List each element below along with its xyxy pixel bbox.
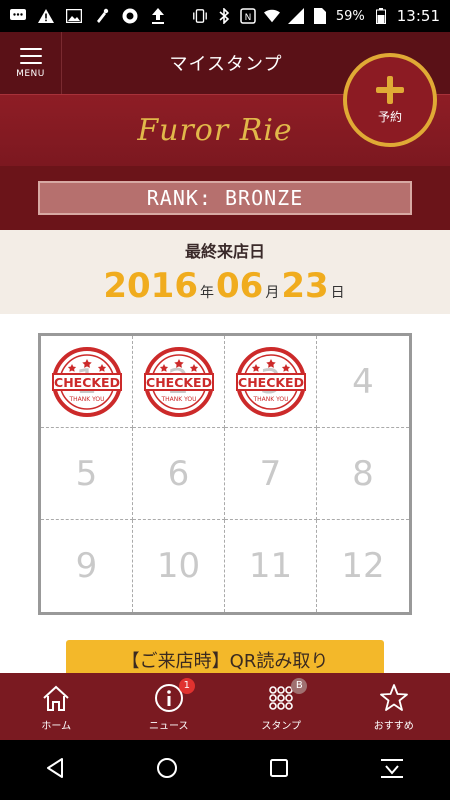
system-status: N 59% 13:51 bbox=[192, 7, 440, 25]
stamp-checked-text: CHECKED bbox=[238, 375, 304, 390]
stamp-cell: 7 bbox=[225, 428, 317, 520]
wifi-icon bbox=[263, 8, 280, 24]
brush-icon bbox=[94, 8, 110, 24]
stamp-thanks-text: THANK YOU bbox=[68, 396, 104, 403]
stamp-badge: B bbox=[291, 677, 308, 694]
stamp-cell: 8 bbox=[317, 428, 409, 520]
hide-keyboard-icon[interactable] bbox=[378, 756, 406, 784]
stamp-cell: 11 bbox=[225, 520, 317, 612]
recents-icon[interactable] bbox=[267, 756, 291, 784]
visit-month-unit: 月 bbox=[265, 285, 280, 301]
svg-text:N: N bbox=[244, 13, 251, 23]
nav-recommend-label: おすすめ bbox=[373, 720, 414, 732]
back-icon[interactable] bbox=[44, 756, 68, 784]
rank-badge: RANK: BRONZE bbox=[38, 181, 412, 215]
message-icon bbox=[10, 8, 26, 24]
stamp-cell-number: 10 bbox=[156, 546, 201, 586]
stamp-dots-icon: B bbox=[265, 677, 308, 714]
stamp-cell: 12 bbox=[317, 520, 409, 612]
last-visit-section: 最終来店日 2016 年 06 月 23 日 bbox=[0, 230, 450, 314]
stamp-cell: 1CHECKEDTHANK YOU bbox=[41, 336, 133, 428]
reserve-button[interactable]: 予約 bbox=[343, 53, 437, 147]
brand-logo: Furor Rie bbox=[137, 113, 293, 148]
vibrate-icon bbox=[192, 8, 208, 24]
stamp-checked-text: CHECKED bbox=[146, 375, 212, 390]
stamp-cell-number: 11 bbox=[248, 546, 293, 586]
reserve-label: 予約 bbox=[377, 109, 402, 124]
stamp-cell: 9 bbox=[41, 520, 133, 612]
hamburger-icon bbox=[19, 47, 42, 64]
stamp-cell-number: 5 bbox=[75, 453, 98, 494]
last-visit-date: 2016 年 06 月 23 日 bbox=[103, 266, 346, 306]
stamp-cell: 2CHECKEDTHANK YOU bbox=[133, 336, 225, 428]
nfc-icon: N bbox=[240, 8, 256, 24]
stamp-cell: 3CHECKEDTHANK YOU bbox=[225, 336, 317, 428]
nav-news[interactable]: 1 ニュース bbox=[113, 673, 226, 740]
menu-button[interactable]: MENU bbox=[0, 32, 62, 94]
stamp-card: 1CHECKEDTHANK YOU2CHECKEDTHANK YOU3CHECK… bbox=[38, 333, 412, 615]
home-icon bbox=[40, 682, 72, 714]
signal-icon bbox=[287, 8, 304, 24]
battery-icon bbox=[373, 8, 389, 24]
bluetooth-icon bbox=[216, 8, 232, 24]
nav-stamp[interactable]: B スタンプ bbox=[225, 673, 338, 740]
stamp-cell-number: 6 bbox=[167, 453, 190, 494]
checked-stamp-icon: CHECKED THANK YOU bbox=[143, 346, 214, 417]
visit-day-unit: 日 bbox=[330, 285, 345, 301]
checked-stamp-icon: CHECKED THANK YOU bbox=[235, 346, 306, 417]
news-badge: 1 bbox=[178, 677, 195, 694]
stamp-cell: 6 bbox=[133, 428, 225, 520]
page-title: マイスタンプ bbox=[169, 54, 283, 75]
visit-month: 06 bbox=[215, 266, 264, 306]
notification-icons bbox=[10, 8, 166, 24]
nav-home[interactable]: ホーム bbox=[0, 673, 113, 740]
stamp-thanks-text: THANK YOU bbox=[160, 396, 196, 403]
stamp-cell: 5 bbox=[41, 428, 133, 520]
last-visit-label: 最終来店日 bbox=[184, 242, 265, 261]
nav-recommend[interactable]: おすすめ bbox=[338, 673, 450, 740]
star-icon bbox=[378, 682, 410, 714]
visit-year: 2016 bbox=[103, 266, 198, 306]
home-circle-icon[interactable] bbox=[155, 756, 179, 784]
bottom-nav: ホーム 1 ニュース B スタンプ おすすめ bbox=[0, 673, 450, 740]
menu-label: MENU bbox=[16, 68, 45, 79]
stamp-cell: 4 bbox=[317, 336, 409, 428]
android-nav-bar bbox=[0, 740, 450, 800]
clock: 13:51 bbox=[396, 7, 440, 25]
app-logo-icon bbox=[122, 8, 138, 24]
nav-stamp-label: スタンプ bbox=[261, 720, 302, 732]
info-icon: 1 bbox=[153, 677, 195, 714]
stamp-checked-text: CHECKED bbox=[54, 375, 120, 390]
rank-section: RANK: BRONZE bbox=[0, 166, 450, 230]
image-icon bbox=[66, 8, 82, 24]
stamp-cell-number: 9 bbox=[75, 546, 98, 586]
stamp-cell-number: 12 bbox=[341, 546, 385, 586]
stamp-cell: 10 bbox=[133, 520, 225, 612]
stamp-thanks-text: THANK YOU bbox=[252, 396, 288, 403]
upload-icon bbox=[150, 8, 166, 24]
stamp-cell-number: 7 bbox=[259, 453, 282, 494]
nav-home-label: ホーム bbox=[41, 720, 72, 732]
checked-stamp-icon: CHECKED THANK YOU bbox=[51, 346, 122, 417]
stamp-cell-number: 4 bbox=[352, 361, 374, 402]
no-sim-icon bbox=[312, 8, 328, 24]
visit-day: 23 bbox=[281, 266, 329, 306]
warning-icon bbox=[38, 8, 54, 24]
visit-year-unit: 年 bbox=[199, 285, 214, 301]
stamp-cell-number: 8 bbox=[352, 453, 374, 494]
plus-icon bbox=[376, 75, 404, 104]
battery-percent: 59% bbox=[335, 8, 365, 24]
nav-news-label: ニュース bbox=[149, 720, 189, 732]
status-bar: N 59% 13:51 bbox=[0, 0, 450, 32]
